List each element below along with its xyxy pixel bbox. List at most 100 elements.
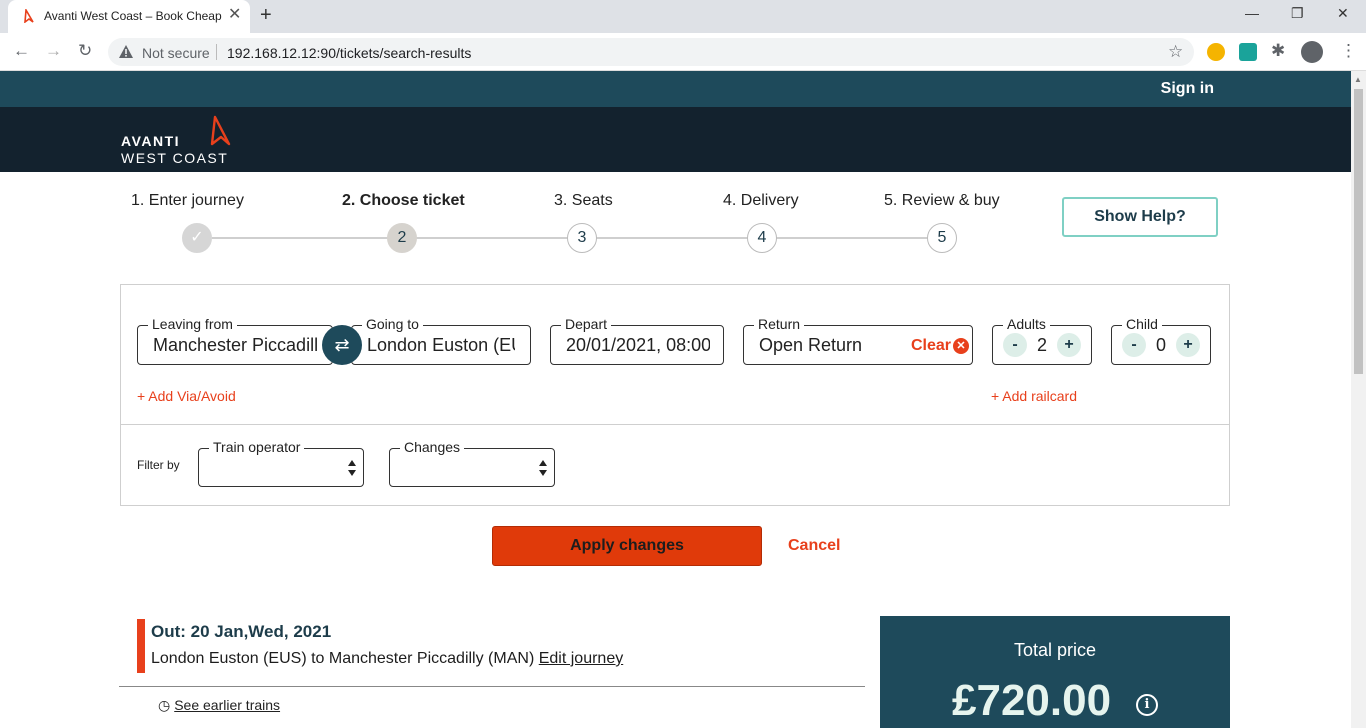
train-operator-select[interactable]: Train operator xyxy=(198,439,364,487)
see-earlier-trains-link[interactable]: ◷ See earlier trains xyxy=(158,697,280,714)
child-increment-button[interactable]: + xyxy=(1176,333,1200,357)
tab-title: Avanti West Coast – Book Cheap xyxy=(44,9,222,23)
journey-divider xyxy=(119,686,865,687)
extension-speed-icon[interactable] xyxy=(1207,43,1225,61)
adults-decrement-button[interactable]: - xyxy=(1003,333,1027,357)
show-help-button[interactable]: Show Help? xyxy=(1062,197,1218,237)
filter-by-label: Filter by xyxy=(137,458,180,472)
omnibox-divider xyxy=(216,44,217,60)
clock-icon: ◷ xyxy=(158,697,171,713)
browser-tab[interactable]: Avanti West Coast – Book Cheap ✕ xyxy=(8,0,250,33)
step-1-label: 1. Enter journey xyxy=(131,192,244,209)
back-icon[interactable]: ← xyxy=(13,42,30,60)
outbound-title: Out: 20 Jan,Wed, 2021 xyxy=(151,622,332,641)
window-close-icon[interactable]: ✕ xyxy=(1337,5,1349,22)
reload-icon[interactable]: ↻ xyxy=(78,42,92,60)
sign-in-link[interactable]: Sign in xyxy=(1161,80,1214,98)
step-4-label: 4. Delivery xyxy=(723,192,799,209)
return-field[interactable]: Return Open Return Clear ✕ xyxy=(743,316,973,365)
profile-avatar-icon[interactable] xyxy=(1301,41,1323,63)
step-5-marker: 5 xyxy=(927,223,957,253)
adults-count: 2 xyxy=(1036,335,1047,355)
changes-label: Changes xyxy=(400,439,465,455)
changes-select[interactable]: Changes xyxy=(389,439,555,487)
clear-label: Clear xyxy=(910,337,951,354)
adults-increment-button[interactable]: + xyxy=(1057,333,1081,357)
leaving-from-field[interactable]: Leaving from Manchester Piccadill xyxy=(137,316,333,365)
outbound-route: London Euston (EUS) to Manchester Piccad… xyxy=(151,650,623,668)
total-price-value: £720.00 xyxy=(952,676,1112,725)
train-operator-label: Train operator xyxy=(209,439,305,455)
swap-stations-icon[interactable]: ⇄ xyxy=(322,325,362,365)
forward-icon[interactable]: → xyxy=(45,42,62,60)
minimize-icon[interactable]: — xyxy=(1245,5,1259,21)
logo-line-2: WEST COAST xyxy=(121,150,229,166)
outbound-accent-bar xyxy=(137,619,145,673)
scroll-up-icon[interactable]: ▲ xyxy=(1354,75,1362,84)
avanti-logo-mark-icon xyxy=(210,115,231,146)
tab-close-icon[interactable]: ✕ xyxy=(228,7,241,23)
select-arrows-icon xyxy=(348,460,356,476)
total-price-label: Total price xyxy=(1013,640,1097,660)
extensions-puzzle-icon[interactable]: ✱ xyxy=(1271,42,1285,60)
browser-toolbar: ← → ↻ Not secure 192.168.12.12:90/ticket… xyxy=(0,33,1366,71)
step-4-marker: 4 xyxy=(747,223,777,253)
browser-menu-icon[interactable]: ⋮ xyxy=(1340,42,1357,60)
warning-icon xyxy=(119,45,133,58)
see-earlier-trains-label: See earlier trains xyxy=(174,697,281,713)
step-1-check-icon[interactable]: ✓ xyxy=(182,223,212,253)
return-label: Return xyxy=(754,316,805,332)
url-text[interactable]: 192.168.12.12:90/tickets/search-results xyxy=(227,45,471,61)
going-to-label: Going to xyxy=(362,316,423,332)
step-connector xyxy=(212,237,388,239)
depart-field[interactable]: Depart 20/01/2021, 08:00 xyxy=(550,316,724,365)
search-divider xyxy=(121,424,1229,425)
step-3-label: 3. Seats xyxy=(554,192,613,209)
select-arrows-icon xyxy=(539,460,547,476)
bookmark-star-icon[interactable]: ☆ xyxy=(1168,42,1183,62)
add-railcard-link[interactable]: + Add railcard xyxy=(991,388,1077,404)
leaving-from-value: Manchester Piccadill xyxy=(153,335,317,355)
browser-tab-strip: Avanti West Coast – Book Cheap ✕ + — ❐ ✕ xyxy=(0,0,1366,33)
clear-return-button[interactable]: Clear ✕ xyxy=(911,337,969,355)
avanti-favicon-icon xyxy=(24,9,34,23)
leaving-from-label: Leaving from xyxy=(148,316,237,332)
logo-line-1: AVANTI xyxy=(121,133,181,149)
child-stepper: Child - 0 + xyxy=(1111,316,1211,365)
step-connector xyxy=(776,237,928,239)
step-2-label: 2. Choose ticket xyxy=(342,192,465,209)
cancel-link[interactable]: Cancel xyxy=(788,537,840,555)
going-to-field[interactable]: Going to London Euston (EUS) xyxy=(351,316,531,365)
extension-square-icon[interactable] xyxy=(1239,43,1257,61)
child-count: 0 xyxy=(1155,335,1166,355)
route-text: London Euston (EUS) to Manchester Piccad… xyxy=(151,650,535,667)
apply-changes-button[interactable]: Apply changes xyxy=(492,526,762,566)
depart-label: Depart xyxy=(561,316,612,332)
edit-journey-link[interactable]: Edit journey xyxy=(539,650,624,667)
child-decrement-button[interactable]: - xyxy=(1122,333,1146,357)
scroll-thumb[interactable] xyxy=(1354,89,1363,374)
return-value: Open Return xyxy=(759,335,863,355)
journey-search-panel: Leaving from Manchester Piccadill Going … xyxy=(120,284,1230,506)
going-to-value: London Euston (EUS) xyxy=(367,335,515,355)
security-status: Not secure xyxy=(142,45,210,61)
step-3-marker: 3 xyxy=(567,223,597,253)
top-utility-bar: Sign in xyxy=(0,71,1351,107)
child-label: Child xyxy=(1122,316,1162,332)
step-connector xyxy=(596,237,748,239)
step-connector xyxy=(416,237,568,239)
new-tab-icon[interactable]: + xyxy=(260,5,272,25)
adults-stepper: Adults - 2 + xyxy=(992,316,1092,365)
add-via-avoid-link[interactable]: + Add Via/Avoid xyxy=(137,388,236,404)
restore-icon[interactable]: ❐ xyxy=(1291,5,1304,22)
total-price-panel: Total price £720.00 i xyxy=(880,616,1230,728)
step-5-label: 5. Review & buy xyxy=(884,192,1000,209)
site-header: AVANTI WEST COAST xyxy=(0,107,1351,172)
page-scrollbar[interactable]: ▲ xyxy=(1351,71,1366,728)
adults-label: Adults xyxy=(1003,316,1050,332)
info-icon[interactable]: i xyxy=(1136,694,1158,716)
depart-value: 20/01/2021, 08:00 xyxy=(566,335,710,355)
step-2-marker: 2 xyxy=(387,223,417,253)
clear-x-icon: ✕ xyxy=(953,338,969,354)
address-bar[interactable]: Not secure 192.168.12.12:90/tickets/sear… xyxy=(108,38,1194,66)
